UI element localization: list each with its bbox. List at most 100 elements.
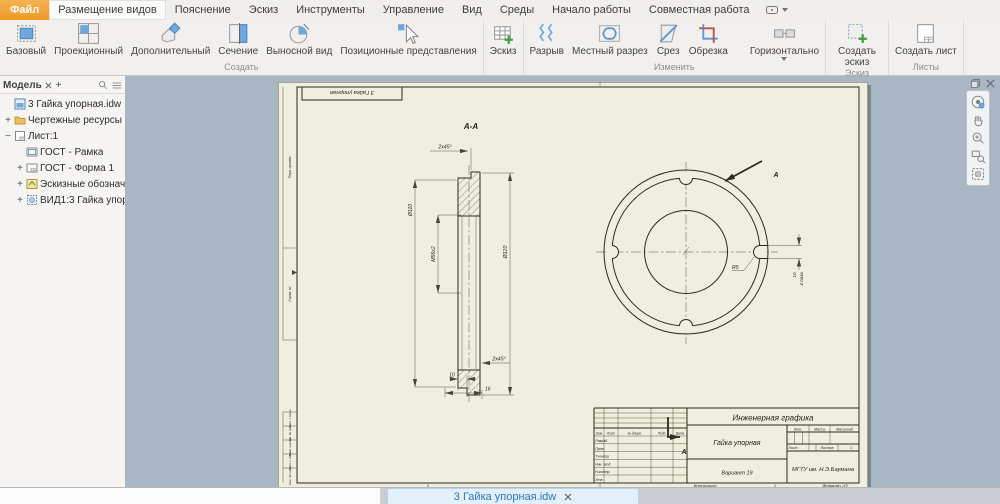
ribbon-button-section-view[interactable]: Сечение	[214, 20, 262, 57]
create-sketch-icon	[845, 21, 870, 46]
sheet-icon	[14, 130, 26, 142]
restore-window-icon[interactable]	[970, 78, 981, 89]
zoom-window-icon[interactable]	[970, 148, 986, 164]
document-tab[interactable]: 3 Гайка упорная.idw	[387, 488, 639, 504]
expander[interactable]: +	[16, 179, 24, 190]
tree-item-drawing-resources[interactable]: + Чертежные ресурсы	[0, 112, 125, 128]
ribbon-button-label: Срез	[657, 46, 680, 57]
ribbon-button-new-sheet[interactable]: Создать лист	[891, 20, 961, 57]
drawing-sheet[interactable]: Перв. примен. Справ. № Подп. и дата Инв.…	[278, 82, 868, 487]
ribbon-button-break[interactable]: Разрыв	[526, 20, 568, 57]
ribbon-tab-tools[interactable]: Инструменты	[287, 0, 374, 20]
ribbon-button-crop[interactable]: Обрезка	[685, 20, 732, 57]
positional-representations-icon	[396, 21, 421, 46]
group-label-modify: Изменить	[526, 62, 824, 75]
ribbon-button-break-out[interactable]: Местный разрез	[568, 20, 652, 57]
title-block-row: Утв.	[595, 478, 603, 482]
title-block-col: Дата	[675, 432, 685, 436]
tree-item-label: Лист:1	[28, 131, 58, 142]
tree-item-sheet1[interactable]: − Лист:1	[0, 128, 125, 144]
drawing-view-icon	[26, 194, 38, 206]
tree-item-label: ВИД1:3 Гайка упорная.ipt	[40, 195, 125, 206]
document-window-controls	[970, 78, 996, 89]
ribbon-display-toggle-button[interactable]	[759, 0, 794, 20]
title-block-row: Пров.	[595, 447, 604, 451]
search-icon[interactable]	[98, 80, 108, 90]
break-out-icon	[597, 21, 622, 46]
model-browser: Модель + 3 Гайка упорная.idw + Чертеж	[0, 76, 126, 487]
title-block-row: Разраб.	[595, 439, 608, 443]
tree-item-gost-frame[interactable]: ГОСТ - Рамка	[0, 144, 125, 160]
ribbon-tab-view[interactable]: Вид	[453, 0, 491, 20]
margin-field-label: Инв. № подл.	[288, 466, 292, 485]
group-label-create: Создать	[2, 62, 481, 75]
dim-slot-count: 4 паза	[799, 272, 804, 286]
ribbon-group-sketch-big: Эскиз	[484, 20, 524, 75]
title-block-lit: Лит.	[793, 427, 802, 431]
tree-item-label: 3 Гайка упорная.idw	[28, 99, 121, 110]
ribbon-button-slice[interactable]: Срез	[652, 20, 685, 57]
horizontal-align-icon	[772, 21, 797, 46]
browser-add-tab-button[interactable]: +	[56, 80, 62, 91]
ribbon-tab-manage[interactable]: Управление	[374, 0, 453, 20]
group-label-sheets: Листы	[891, 62, 961, 75]
hamburger-menu-icon[interactable]	[112, 81, 122, 90]
tree-item-document[interactable]: 3 Гайка упорная.idw	[0, 96, 125, 112]
expander[interactable]: −	[4, 131, 12, 142]
tree-item-label: Чертежные ресурсы	[28, 115, 122, 126]
ribbon-group-modify: Разрыв Местный разрез Срез	[524, 20, 827, 75]
dim-slot-width: 10	[792, 272, 797, 278]
title-block-sheets-value: 1	[850, 446, 852, 450]
ribbon-button-auxiliary-view[interactable]: Дополнительный	[127, 20, 214, 57]
title-block-variant: Вариант 19	[721, 471, 752, 477]
navigation-bar	[966, 90, 990, 186]
title-block-col: Лист	[606, 432, 616, 436]
dim-d110: Ø110	[408, 204, 414, 217]
ribbon-tab-collaborate[interactable]: Совместная работа	[640, 0, 759, 20]
expander[interactable]: +	[16, 163, 24, 174]
border-frame-icon	[26, 146, 38, 158]
ribbon-tab-get-started[interactable]: Начало работы	[543, 0, 640, 20]
ribbon-button-sketch[interactable]: Эскиз	[486, 20, 521, 57]
ribbon-tab-environments[interactable]: Среды	[491, 0, 543, 20]
title-block-sheets-label: Листов	[819, 446, 833, 450]
pan-hand-icon[interactable]	[970, 112, 986, 128]
close-icon[interactable]	[564, 493, 572, 501]
navigation-wheel-icon[interactable]	[970, 94, 986, 110]
ribbon-button-draft-views[interactable]: Позиционные представления	[336, 20, 480, 57]
ribbon-button-projected-view[interactable]: Проекционный	[50, 20, 127, 57]
section-view-title: А-А	[463, 122, 478, 131]
file-menu-button[interactable]: Файл	[0, 0, 49, 20]
tree-item-sketch-symbols[interactable]: + Эскизные обозначения	[0, 176, 125, 192]
dim-r5: R5	[732, 265, 739, 271]
zoom-all-icon[interactable]	[970, 166, 986, 182]
drawing-canvas[interactable]: Перв. примен. Справ. № Подп. и дата Инв.…	[125, 76, 1000, 487]
ribbon-appearance-icon	[765, 4, 779, 16]
ribbon-button-detail-view[interactable]: Выносной вид	[262, 20, 336, 57]
tree-item-label: Эскизные обозначения	[40, 179, 125, 190]
browser-tab-model[interactable]: Модель	[3, 80, 52, 91]
close-window-icon[interactable]	[985, 78, 996, 89]
ribbon-tab-sketch[interactable]: Эскиз	[240, 0, 287, 20]
ribbon-tab-place-views[interactable]: Размещение видов	[49, 0, 166, 20]
ribbon-button-create-sketch[interactable]: Создать эскиз	[828, 20, 886, 68]
expander[interactable]: +	[16, 195, 24, 206]
new-sheet-icon	[913, 21, 938, 46]
tree-item-view1[interactable]: + ВИД1:3 Гайка упорная.ipt	[0, 192, 125, 208]
margin-field-label: Справ. №	[288, 286, 292, 302]
ribbon-button-label: Эскиз	[490, 46, 517, 57]
title-block-row: Т.контр.	[595, 455, 610, 459]
tree-item-gost-form1[interactable]: + ГОСТ - Форма 1	[0, 160, 125, 176]
ribbon-button-horizontal[interactable]: Горизонтально	[746, 20, 823, 61]
ribbon-tab-annotate[interactable]: Пояснение	[166, 0, 240, 20]
close-icon[interactable]	[45, 82, 52, 89]
ribbon-group-create: Базовый Проекционный Дополнительный	[0, 20, 484, 75]
ribbon-group-sheets: Создать лист Листы	[889, 20, 964, 75]
idw-document-icon	[14, 98, 26, 110]
zoom-icon[interactable]	[970, 130, 986, 146]
expander[interactable]: +	[4, 115, 12, 126]
ribbon-button-label: Позиционные представления	[340, 46, 476, 57]
ribbon-button-base-view[interactable]: Базовый	[2, 20, 50, 57]
title-block-sheet-label: Лист	[787, 446, 797, 450]
auxiliary-view-icon	[158, 21, 183, 46]
